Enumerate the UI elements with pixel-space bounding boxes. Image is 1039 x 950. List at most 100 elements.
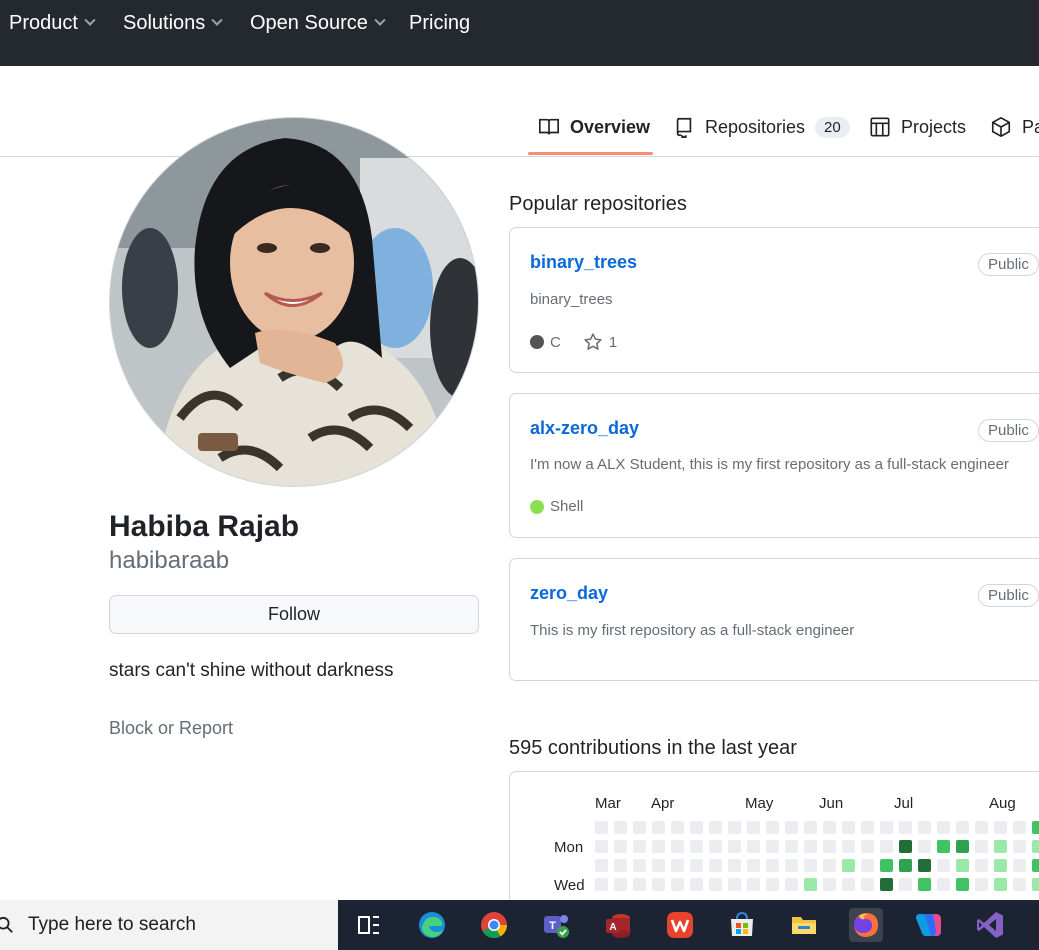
contribution-day-cell[interactable]: [614, 840, 627, 853]
contribution-day-cell[interactable]: [861, 878, 874, 891]
contribution-day-cell[interactable]: [975, 859, 988, 872]
contribution-day-cell[interactable]: [804, 840, 817, 853]
contribution-day-cell[interactable]: [994, 821, 1007, 834]
contribution-day-cell[interactable]: [994, 859, 1007, 872]
edge-icon[interactable]: [415, 908, 449, 942]
contribution-day-cell[interactable]: [766, 821, 779, 834]
tab-repositories[interactable]: Repositories 20: [673, 114, 850, 140]
repo-name-link[interactable]: alx-zero_day: [530, 418, 639, 439]
chrome-icon[interactable]: [477, 908, 511, 942]
contribution-day-cell[interactable]: [861, 859, 874, 872]
contribution-day-cell[interactable]: [1013, 878, 1026, 891]
contribution-day-cell[interactable]: [918, 859, 931, 872]
contribution-day-cell[interactable]: [785, 859, 798, 872]
wps-office-icon[interactable]: [663, 908, 697, 942]
contribution-day-cell[interactable]: [747, 878, 760, 891]
contribution-day-cell[interactable]: [690, 840, 703, 853]
contribution-day-cell[interactable]: [1032, 840, 1039, 853]
contribution-day-cell[interactable]: [652, 859, 665, 872]
contribution-day-cell[interactable]: [994, 840, 1007, 853]
task-view-icon[interactable]: [352, 908, 386, 942]
contribution-day-cell[interactable]: [1032, 821, 1039, 834]
contribution-day-cell[interactable]: [709, 821, 722, 834]
contribution-day-cell[interactable]: [671, 859, 684, 872]
contribution-day-cell[interactable]: [728, 878, 741, 891]
contribution-day-cell[interactable]: [747, 840, 760, 853]
contribution-day-cell[interactable]: [709, 840, 722, 853]
access-icon[interactable]: A: [601, 908, 635, 942]
contribution-day-cell[interactable]: [785, 878, 798, 891]
contribution-day-cell[interactable]: [595, 878, 608, 891]
contribution-day-cell[interactable]: [918, 821, 931, 834]
contribution-day-cell[interactable]: [709, 859, 722, 872]
contribution-day-cell[interactable]: [728, 859, 741, 872]
contribution-day-cell[interactable]: [728, 821, 741, 834]
contribution-day-cell[interactable]: [842, 821, 855, 834]
contribution-day-cell[interactable]: [595, 859, 608, 872]
contribution-day-cell[interactable]: [861, 840, 874, 853]
contribution-day-cell[interactable]: [880, 840, 893, 853]
contribution-day-cell[interactable]: [690, 821, 703, 834]
block-or-report-link[interactable]: Block or Report: [109, 718, 233, 739]
contribution-day-cell[interactable]: [918, 878, 931, 891]
microsoft-store-icon[interactable]: [725, 908, 759, 942]
nav-open-source[interactable]: Open Source: [250, 10, 386, 36]
repo-name-link[interactable]: zero_day: [530, 583, 608, 604]
contribution-day-cell[interactable]: [766, 859, 779, 872]
contribution-day-cell[interactable]: [633, 821, 646, 834]
contribution-day-cell[interactable]: [956, 840, 969, 853]
contribution-day-cell[interactable]: [880, 821, 893, 834]
contribution-day-cell[interactable]: [690, 878, 703, 891]
contribution-day-cell[interactable]: [937, 859, 950, 872]
contribution-day-cell[interactable]: [956, 859, 969, 872]
contribution-day-cell[interactable]: [690, 859, 703, 872]
contribution-day-cell[interactable]: [652, 840, 665, 853]
contribution-day-cell[interactable]: [956, 878, 969, 891]
contribution-day-cell[interactable]: [823, 859, 836, 872]
contribution-day-cell[interactable]: [671, 840, 684, 853]
contribution-day-cell[interactable]: [823, 821, 836, 834]
contribution-day-cell[interactable]: [633, 878, 646, 891]
contribution-day-cell[interactable]: [918, 840, 931, 853]
nav-product[interactable]: Product: [9, 10, 96, 36]
contribution-day-cell[interactable]: [1013, 821, 1026, 834]
contribution-day-cell[interactable]: [614, 878, 627, 891]
contribution-day-cell[interactable]: [766, 840, 779, 853]
contribution-day-cell[interactable]: [842, 878, 855, 891]
contribution-day-cell[interactable]: [614, 859, 627, 872]
copilot-icon[interactable]: [911, 908, 945, 942]
contribution-day-cell[interactable]: [861, 821, 874, 834]
contribution-day-cell[interactable]: [937, 840, 950, 853]
file-explorer-icon[interactable]: [787, 908, 821, 942]
contribution-day-cell[interactable]: [785, 840, 798, 853]
contribution-day-cell[interactable]: [747, 859, 760, 872]
contribution-day-cell[interactable]: [880, 859, 893, 872]
contribution-day-cell[interactable]: [956, 821, 969, 834]
nav-solutions[interactable]: Solutions: [123, 10, 223, 36]
contribution-day-cell[interactable]: [975, 840, 988, 853]
contribution-day-cell[interactable]: [1032, 859, 1039, 872]
contribution-day-cell[interactable]: [785, 821, 798, 834]
contribution-day-cell[interactable]: [804, 859, 817, 872]
contribution-day-cell[interactable]: [937, 821, 950, 834]
contribution-day-cell[interactable]: [823, 878, 836, 891]
repo-name-link[interactable]: binary_trees: [530, 252, 637, 273]
contribution-day-cell[interactable]: [671, 821, 684, 834]
contribution-day-cell[interactable]: [671, 878, 684, 891]
contribution-day-cell[interactable]: [595, 821, 608, 834]
contribution-day-cell[interactable]: [633, 840, 646, 853]
tab-projects[interactable]: Projects: [869, 114, 966, 140]
contribution-day-cell[interactable]: [975, 821, 988, 834]
contribution-day-cell[interactable]: [728, 840, 741, 853]
tab-overview[interactable]: Overview: [538, 114, 650, 140]
contribution-day-cell[interactable]: [899, 878, 912, 891]
contribution-day-cell[interactable]: [747, 821, 760, 834]
firefox-icon[interactable]: [849, 908, 883, 942]
contribution-day-cell[interactable]: [899, 840, 912, 853]
contribution-day-cell[interactable]: [804, 821, 817, 834]
contribution-day-cell[interactable]: [937, 878, 950, 891]
contribution-day-cell[interactable]: [633, 859, 646, 872]
contribution-day-cell[interactable]: [842, 840, 855, 853]
taskbar-search-box[interactable]: Type here to search: [0, 900, 338, 950]
contribution-day-cell[interactable]: [652, 878, 665, 891]
